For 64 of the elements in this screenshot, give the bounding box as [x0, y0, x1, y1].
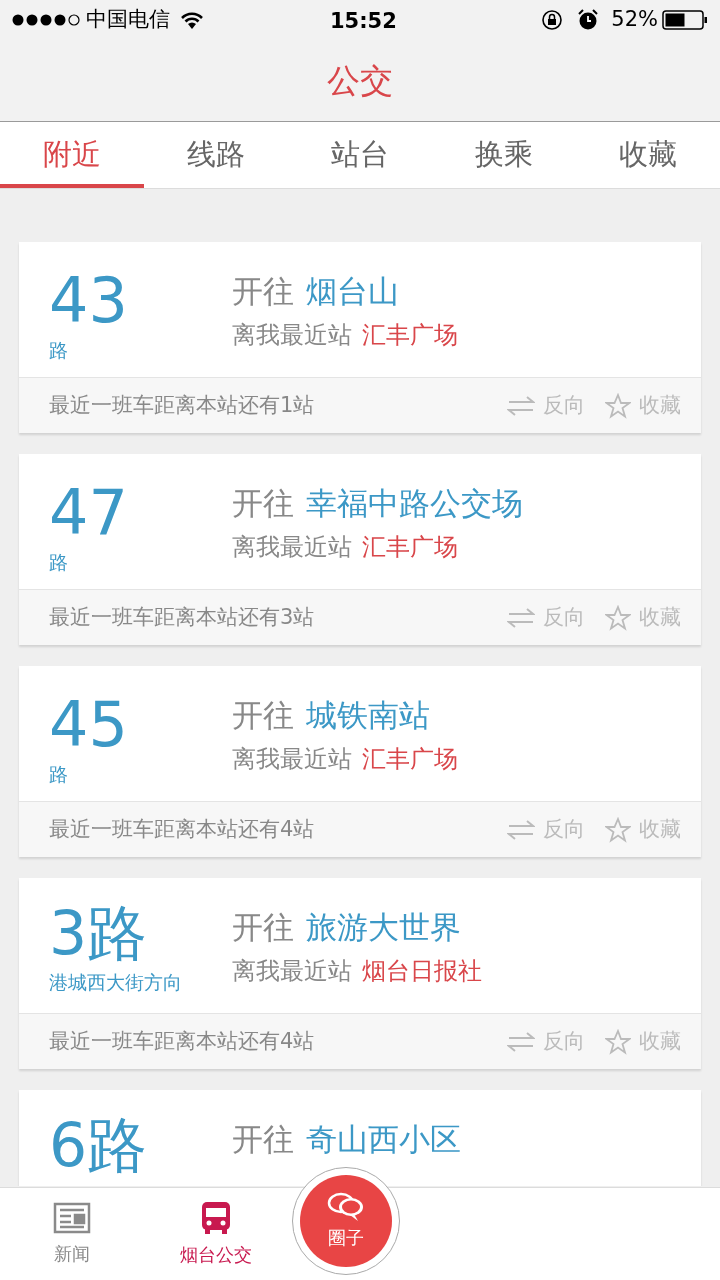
- nearest-stop: 烟台日报社: [362, 955, 482, 987]
- route-number: 47: [49, 482, 129, 544]
- destination: 城铁南站: [306, 696, 430, 735]
- destination: 奇山西小区: [306, 1120, 461, 1159]
- route-heading: 开往: [232, 1120, 294, 1159]
- route-heading: 开往: [232, 272, 294, 311]
- stop-label: 离我最近站: [232, 955, 352, 987]
- status-time: 15:52: [330, 8, 397, 35]
- rotation-lock-icon: [541, 9, 564, 31]
- page-title: 公交: [327, 59, 393, 102]
- battery-percent: 52%: [611, 6, 658, 34]
- route-number: 6路: [49, 1114, 149, 1176]
- tab[interactable]: 站台: [288, 122, 432, 188]
- route-number: 45: [49, 694, 129, 756]
- swap-icon: [507, 394, 535, 417]
- stop-label: 离我最近站: [232, 743, 352, 775]
- tab[interactable]: 收藏: [576, 122, 720, 188]
- destination: 烟台山: [306, 272, 399, 311]
- nearest-stop: 汇丰广场: [362, 531, 458, 563]
- newspaper-icon: [53, 1201, 91, 1234]
- favorite-button[interactable]: 收藏: [605, 601, 681, 634]
- circle-label: 圈子: [328, 1225, 364, 1250]
- arrival-info: 最近一班车距离本站还有1站: [49, 391, 316, 419]
- wifi-icon: [180, 11, 204, 29]
- bus-icon: [201, 1200, 231, 1235]
- route-heading: 开往: [232, 696, 294, 735]
- route-direction: 路: [49, 762, 69, 787]
- nearest-stop: 汇丰广场: [362, 743, 458, 775]
- favorite-button[interactable]: 收藏: [605, 1025, 681, 1058]
- favorite-button[interactable]: 收藏: [605, 813, 681, 846]
- tab[interactable]: 附近: [0, 122, 144, 188]
- tab[interactable]: 换乘: [432, 122, 576, 188]
- carrier-name: 中国电信: [86, 6, 170, 34]
- circle-button[interactable]: 圈子: [292, 1167, 400, 1275]
- destination: 幸福中路公交场: [306, 484, 523, 523]
- signal-icon: [12, 13, 80, 27]
- chat-bubbles-icon: [326, 1191, 366, 1222]
- swap-icon: [507, 606, 535, 629]
- route-number: 43: [49, 270, 129, 332]
- battery-icon: [662, 10, 708, 30]
- nav-tab[interactable]: 新闻: [0, 1188, 144, 1280]
- route-direction: 路: [49, 338, 69, 363]
- arrival-info: 最近一班车距离本站还有3站: [49, 603, 316, 631]
- route-direction: 港城西大街方向: [49, 970, 183, 995]
- arrival-info: 最近一班车距离本站还有4站: [49, 815, 316, 843]
- arrival-info: 最近一班车距离本站还有4站: [49, 1027, 316, 1055]
- swap-icon: [507, 1030, 535, 1053]
- route-direction: 路: [49, 550, 69, 575]
- tab[interactable]: 线路: [144, 122, 288, 188]
- route-heading: 开往: [232, 484, 294, 523]
- nearest-stop: 汇丰广场: [362, 319, 458, 351]
- star-icon: [605, 1028, 631, 1055]
- destination: 旅游大世界: [306, 908, 461, 947]
- star-icon: [605, 392, 631, 419]
- star-icon: [605, 604, 631, 631]
- favorite-button[interactable]: 收藏: [605, 389, 681, 422]
- route-heading: 开往: [232, 908, 294, 947]
- alarm-icon: [577, 9, 600, 31]
- star-icon: [605, 816, 631, 843]
- route-number: 3路: [49, 902, 149, 964]
- stop-label: 离我最近站: [232, 319, 352, 351]
- stop-label: 离我最近站: [232, 531, 352, 563]
- swap-icon: [507, 818, 535, 841]
- nav-tab[interactable]: 烟台公交: [144, 1188, 288, 1280]
